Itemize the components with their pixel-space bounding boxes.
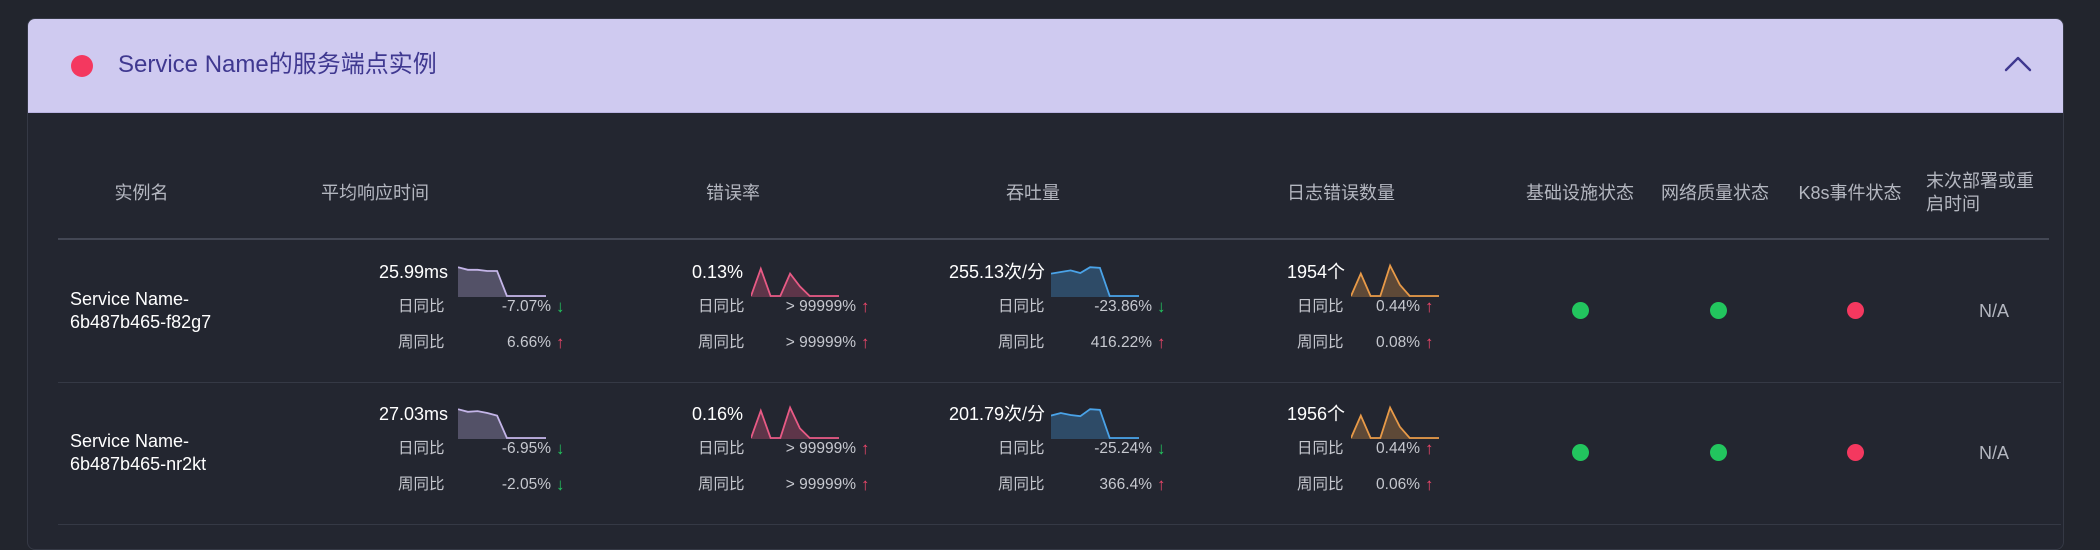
arrow-up-icon: ↑ xyxy=(1425,475,1434,494)
infra-status-dot xyxy=(1572,444,1589,461)
deploy-time-value: N/A xyxy=(1979,443,2010,463)
network-status-dot xyxy=(1710,302,1727,319)
log-errors-week-change: 0.06% xyxy=(1376,476,1420,493)
table-row[interactable]: Service Name-6b487b465-f82g7 25.99ms 日同比 -7… xyxy=(58,240,2061,383)
panel-header[interactable]: Service Name的服务端点实例 xyxy=(28,19,2063,113)
log-errors-day-change: 0.44% xyxy=(1376,298,1420,315)
arrow-up-icon: ↑ xyxy=(1425,439,1434,458)
week-compare-label: 周同比 xyxy=(1297,334,1344,351)
chevron-up-icon[interactable] xyxy=(2003,51,2033,75)
col-header-k8s: K8s事件状态 xyxy=(1798,182,1902,203)
table-header: 实例名 平均响应时间 错误率 吞吐量 日志错误数量 基础设施状态 网络质量状态 … xyxy=(58,147,2049,239)
col-header-instance: 实例名 xyxy=(114,182,169,203)
network-status-dot xyxy=(1710,444,1727,461)
day-compare-label: 日同比 xyxy=(1297,440,1344,457)
arrow-up-icon: ↑ xyxy=(1425,297,1434,316)
log-errors-value: 1956个 xyxy=(1286,404,1345,424)
infra-status-dot xyxy=(1572,302,1589,319)
col-header-error-rate: 错误率 xyxy=(706,182,760,203)
day-compare-label: 日同比 xyxy=(1297,298,1344,315)
log-errors-cell: 1954个日同比 0.44% ↑ 周同比 0.08% ↑ xyxy=(58,240,2061,382)
col-header-deploy-time: 末次部署或重启时间 xyxy=(1926,171,2034,214)
log-errors-sparkline xyxy=(1351,263,1439,297)
log-errors-value: 1954个 xyxy=(1286,262,1345,282)
log-errors-week-change: 0.08% xyxy=(1376,334,1420,351)
panel-title: Service Name的服务端点实例 xyxy=(118,51,437,78)
col-header-network: 网络质量状态 xyxy=(1661,182,1769,203)
col-header-throughput: 吞吐量 xyxy=(1006,182,1060,203)
log-errors-cell: 1956个日同比 0.44% ↑ 周同比 0.06% ↑ xyxy=(58,382,2061,524)
service-status-dot xyxy=(71,55,93,77)
col-header-latency: 平均响应时间 xyxy=(321,182,429,203)
log-errors-sparkline xyxy=(1351,405,1439,439)
deploy-time-value: N/A xyxy=(1979,301,2010,321)
col-header-infra: 基础设施状态 xyxy=(1526,182,1634,203)
table-row[interactable]: Service Name-6b487b465-nr2kt 27.03ms 日同比 -6… xyxy=(58,382,2061,525)
service-instances-panel: Service Name的服务端点实例 实例名 平均响应时间 错误率 吞吐量 日… xyxy=(27,18,2064,550)
log-errors-day-change: 0.44% xyxy=(1376,440,1420,457)
col-header-log-errors: 日志错误数量 xyxy=(1287,182,1395,203)
week-compare-label: 周同比 xyxy=(1297,476,1344,493)
k8s-status-dot xyxy=(1847,302,1864,319)
arrow-up-icon: ↑ xyxy=(1425,333,1434,352)
k8s-status-dot xyxy=(1847,444,1864,461)
